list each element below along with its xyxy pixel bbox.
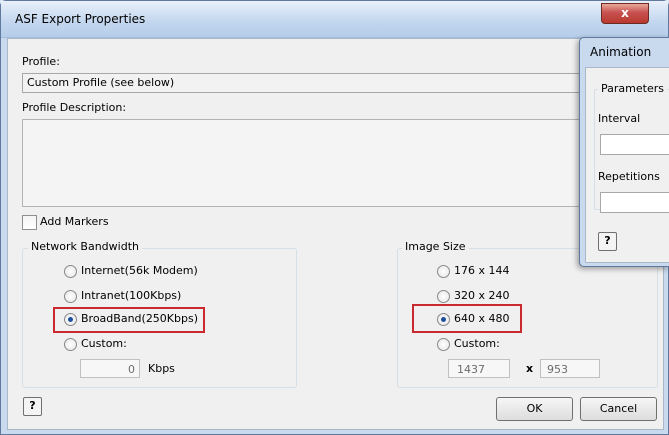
help-icon: ? bbox=[29, 399, 36, 412]
help-button[interactable]: ? bbox=[23, 397, 42, 416]
network-bandwidth-title: Network Bandwidth bbox=[28, 240, 142, 253]
radio-640x480[interactable] bbox=[437, 313, 450, 326]
radio-320x240[interactable] bbox=[437, 290, 450, 303]
radio-176x144-label[interactable]: 176 x 144 bbox=[454, 264, 510, 277]
radio-broadband[interactable] bbox=[64, 313, 77, 326]
radio-custom-bandwidth-label[interactable]: Custom: bbox=[81, 337, 127, 350]
custom-width-input[interactable]: 1437 bbox=[448, 359, 510, 378]
radio-intranet[interactable] bbox=[64, 290, 77, 303]
radio-640x480-label[interactable]: 640 x 480 bbox=[454, 312, 510, 325]
repetitions-input[interactable] bbox=[600, 192, 669, 213]
add-markers-checkbox[interactable] bbox=[22, 215, 37, 230]
radio-custom-bandwidth[interactable] bbox=[64, 338, 77, 351]
dialog-body: Profile: Custom Profile (see below) Prof… bbox=[7, 38, 664, 430]
profile-label: Profile: bbox=[22, 55, 60, 68]
custom-height-input[interactable]: 953 bbox=[540, 359, 600, 378]
size-separator: x bbox=[526, 362, 534, 375]
asf-export-dialog: ASF Export Properties x Profile: Custom … bbox=[0, 0, 669, 435]
radio-internet[interactable] bbox=[64, 265, 77, 278]
animation-dialog: Animation Parameters Interval Repetition… bbox=[579, 37, 669, 267]
parameters-title: Parameters bbox=[598, 82, 667, 95]
radio-intranet-label[interactable]: Intranet(100Kbps) bbox=[81, 289, 181, 302]
profile-select-value: Custom Profile (see below) bbox=[27, 76, 175, 89]
close-icon: x bbox=[621, 6, 629, 20]
radio-176x144[interactable] bbox=[437, 265, 450, 278]
interval-label: Interval bbox=[598, 112, 641, 125]
kbps-unit-label: Kbps bbox=[148, 362, 175, 375]
profile-description-box[interactable] bbox=[22, 119, 624, 207]
ok-button[interactable]: OK bbox=[496, 397, 573, 421]
radio-custom-size[interactable] bbox=[437, 338, 450, 351]
title-bar[interactable]: ASF Export Properties x bbox=[1, 1, 668, 38]
radio-broadband-label[interactable]: BroadBand(250Kbps) bbox=[81, 312, 198, 325]
interval-input[interactable] bbox=[600, 134, 669, 155]
close-button[interactable]: x bbox=[601, 3, 649, 24]
radio-320x240-label[interactable]: 320 x 240 bbox=[454, 289, 510, 302]
custom-bandwidth-input[interactable]: 0 bbox=[80, 359, 140, 378]
image-size-title: Image Size bbox=[402, 240, 469, 253]
animation-body: Parameters Interval Repetitions ? bbox=[585, 67, 669, 263]
dialog-title: ASF Export Properties bbox=[15, 12, 146, 26]
radio-custom-size-label[interactable]: Custom: bbox=[454, 337, 500, 350]
radio-internet-label[interactable]: Internet(56k Modem) bbox=[81, 264, 198, 277]
animation-help-button[interactable]: ? bbox=[598, 232, 617, 251]
profile-description-label: Profile Description: bbox=[22, 101, 127, 114]
repetitions-label: Repetitions bbox=[598, 170, 660, 183]
help-icon: ? bbox=[604, 234, 611, 247]
add-markers-label[interactable]: Add Markers bbox=[40, 215, 109, 228]
profile-select[interactable]: Custom Profile (see below) bbox=[22, 73, 628, 93]
cancel-button[interactable]: Cancel bbox=[580, 397, 657, 421]
animation-title: Animation bbox=[590, 45, 652, 59]
